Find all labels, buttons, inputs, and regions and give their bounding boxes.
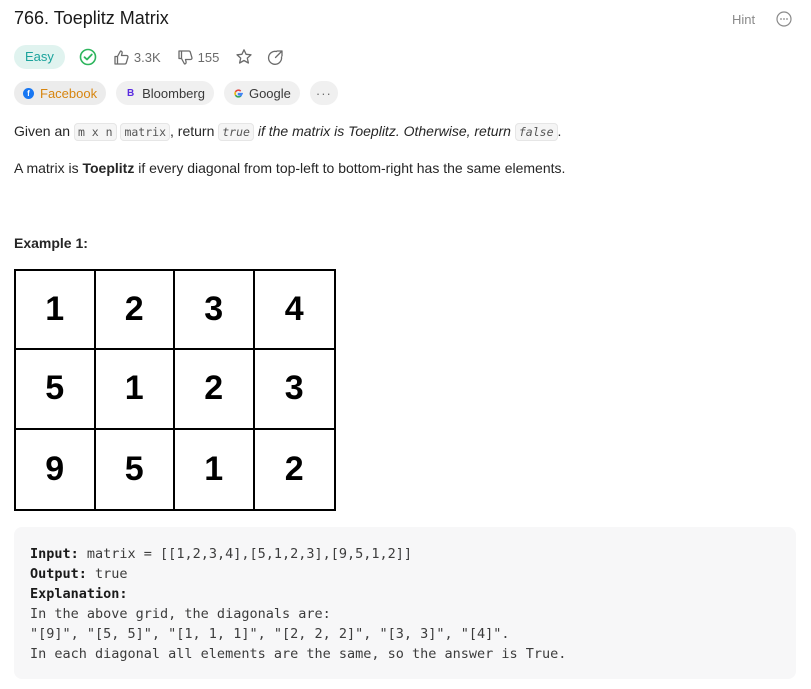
example-input-line: Input: matrix = [[1,2,3,4],[5,1,2,3],[9,… — [30, 546, 413, 562]
matrix-cell: 5 — [96, 429, 175, 509]
share-icon — [268, 49, 284, 65]
matrix-cell: 2 — [95, 271, 175, 351]
tag-google[interactable]: Google — [223, 81, 300, 105]
favorite-button[interactable] — [235, 48, 253, 66]
toeplitz-term: Toeplitz — [82, 160, 135, 176]
share-button[interactable] — [267, 49, 284, 66]
like-button[interactable]: 3.3K — [113, 49, 161, 66]
like-count: 3.3K — [133, 49, 161, 65]
dislike-count: 155 — [197, 49, 220, 65]
example-title: Example 1: — [14, 235, 88, 251]
matrix-cell: 4 — [254, 271, 334, 351]
hint-button[interactable]: Hint — [732, 12, 755, 27]
dislike-button[interactable]: 155 — [177, 49, 220, 66]
bloomberg-logo-icon: B — [126, 87, 135, 99]
more-options-icon[interactable] — [776, 11, 792, 27]
example-explanation-label: Explanation: — [30, 586, 128, 602]
company-tags: f Facebook B Bloomberg Google ··· — [14, 81, 348, 105]
matrix-cell: 2 — [175, 350, 255, 430]
matrix-cell: 1 — [95, 350, 175, 430]
matrix-grid: 1 2 3 4 5 1 2 3 9 5 1 2 — [14, 269, 336, 511]
matrix-cell: 3 — [175, 271, 255, 351]
code-false: false — [514, 123, 558, 141]
thumb-up-icon — [114, 49, 129, 65]
example-output-line: Output: true — [30, 566, 128, 582]
thumb-down-icon — [178, 49, 193, 65]
google-logo-icon — [234, 88, 243, 98]
matrix-cell: 3 — [254, 350, 334, 430]
example-io-block: Input: matrix = [[1,2,3,4],[5,1,2,3],[9,… — [14, 527, 796, 679]
code-matrix: matrix — [120, 123, 170, 141]
code-m-x-n: m x n — [73, 123, 117, 141]
matrix-cell: 2 — [284, 449, 304, 488]
facebook-logo-icon: f — [23, 87, 34, 99]
star-icon — [236, 49, 253, 64]
problem-meta-row: Easy 3.3K 155 — [14, 44, 284, 70]
matrix-cell: 1 — [16, 271, 96, 351]
tag-facebook[interactable]: f Facebook — [14, 81, 107, 105]
tag-bloomberg[interactable]: B Bloomberg — [116, 81, 214, 105]
description-paragraph-2: A matrix is Toeplitz if every diagonal f… — [14, 160, 566, 176]
difficulty-badge: Easy — [14, 45, 65, 69]
problem-title: 766. Toeplitz Matrix — [14, 8, 169, 28]
matrix-cell: 5 — [16, 350, 96, 430]
matrix-cell: 9 — [16, 429, 96, 509]
description-paragraph-1: Given an m x n matrix, return true if th… — [14, 123, 562, 141]
example-explanation-line: "[9]", "[5, 5]", "[1, 1, 1]", "[2, 2, 2]… — [30, 626, 510, 642]
solved-check-icon — [79, 48, 97, 66]
example-explanation-line: In each diagonal all elements are the sa… — [30, 646, 567, 662]
example-explanation-line: In the above grid, the diagonals are: — [30, 606, 331, 622]
more-tags-button[interactable]: ··· — [309, 81, 338, 105]
matrix-cell: 1 — [175, 429, 255, 509]
code-true: true — [218, 123, 254, 141]
